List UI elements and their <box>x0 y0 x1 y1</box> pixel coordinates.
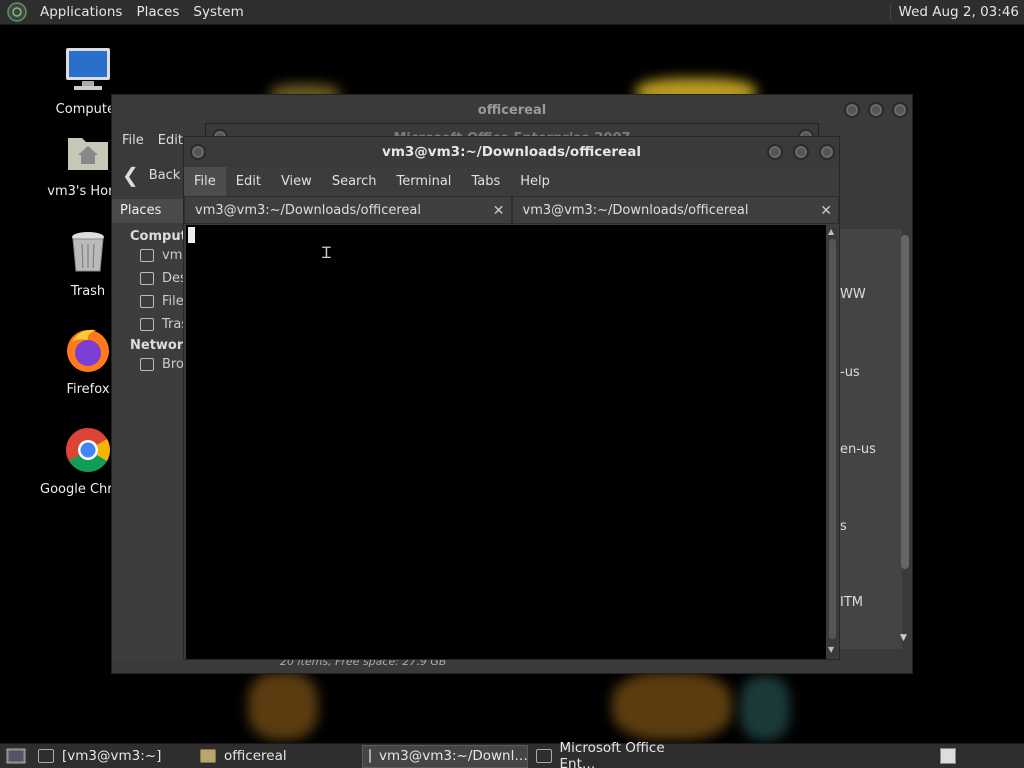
taskbar-item[interactable]: officereal <box>194 745 360 768</box>
file-name-fragment[interactable]: s <box>840 519 847 534</box>
bottom-panel: [vm3@vm3:~] officereal vm3@vm3:~/Downl… … <box>0 740 1024 768</box>
maximize-button[interactable] <box>793 144 809 160</box>
desktop-icon <box>140 272 154 285</box>
terminal-icon <box>369 749 371 763</box>
sidebar-section-network: Network <box>130 338 192 353</box>
chrome-icon <box>66 428 110 472</box>
sidebar-item-browse-network[interactable]: Browse Network <box>112 353 192 376</box>
wallpaper-glow <box>740 676 790 740</box>
network-icon <box>140 358 154 371</box>
window-title: officereal <box>477 102 547 118</box>
trash-icon <box>72 232 104 272</box>
terminal-tab[interactable]: vm3@vm3:~/Downloads/officereal ✕ <box>511 196 839 225</box>
back-button[interactable]: Back <box>149 168 181 183</box>
taskbar-item-label: vm3@vm3:~/Downl… <box>379 748 528 764</box>
taskbar-item[interactable]: Microsoft Office Ent… <box>530 740 700 768</box>
places-dropdown[interactable]: Places <box>112 199 192 223</box>
menu-applications[interactable]: Applications <box>33 4 129 20</box>
sidebar-item-filesystem[interactable]: File System <box>112 290 192 313</box>
terminal-titlebar[interactable]: vm3@vm3:~/Downloads/officereal <box>184 137 839 167</box>
scroll-down-arrow-icon[interactable]: ▼ <box>900 633 907 643</box>
menu-edit[interactable]: Edit <box>158 133 183 148</box>
close-button[interactable] <box>892 102 908 118</box>
tab-label: vm3@vm3:~/Downloads/officereal <box>522 203 749 218</box>
menu-file[interactable]: File <box>122 133 144 148</box>
sidebar-item-trash[interactable]: Trash <box>112 313 192 336</box>
clock[interactable]: Wed Aug 2, 03:46 <box>889 4 1019 20</box>
scroll-down-arrow-icon[interactable]: ▼ <box>828 645 834 654</box>
menu-help[interactable]: Help <box>510 167 560 196</box>
file-name-fragment[interactable]: WW <box>840 287 866 302</box>
menu-file[interactable]: File <box>184 167 226 196</box>
show-desktop-button[interactable] <box>0 745 30 768</box>
terminal-menubar: File Edit View Search Terminal Tabs Help <box>184 167 839 196</box>
file-name-fragment[interactable]: -us <box>840 365 860 380</box>
taskbar-item[interactable]: [vm3@vm3:~] <box>32 745 192 768</box>
minimize-button[interactable] <box>767 144 783 160</box>
places-sidebar: Places Computer vm3 Desktop File System … <box>112 199 203 659</box>
trash-icon <box>140 318 154 331</box>
taskbar-item-label: Microsoft Office Ent… <box>559 740 665 768</box>
sidebar-item-home[interactable]: vm3 <box>112 244 192 267</box>
menu-system[interactable]: System <box>186 4 250 20</box>
menu-view[interactable]: View <box>271 167 322 196</box>
terminal-tabbar: vm3@vm3:~/Downloads/officereal ✕ vm3@vm3… <box>184 196 839 224</box>
home-folder-icon <box>68 138 108 170</box>
scrollbar-thumb[interactable] <box>829 239 836 639</box>
firefox-icon <box>67 329 109 372</box>
taskbar-item[interactable]: vm3@vm3:~/Downl… <box>362 744 528 768</box>
taskbar-item-label: [vm3@vm3:~] <box>62 748 162 764</box>
terminal-icon <box>38 749 54 763</box>
menu-terminal[interactable]: Terminal <box>386 167 461 196</box>
back-arrow-icon[interactable]: ❮ <box>122 163 139 187</box>
top-panel: Applications Places System Wed Aug 2, 03… <box>0 0 1024 25</box>
tab-label: vm3@vm3:~/Downloads/officereal <box>195 203 421 218</box>
menu-search[interactable]: Search <box>322 167 387 196</box>
terminal-screen[interactable]: Ɪ <box>186 225 826 659</box>
wallpaper-glow <box>248 672 318 740</box>
menu-edit[interactable]: Edit <box>226 167 271 196</box>
folder-icon <box>200 749 216 763</box>
file-name-fragment[interactable]: ITM <box>840 595 863 610</box>
minimize-button[interactable] <box>844 102 860 118</box>
file-name-fragment[interactable]: en-us <box>840 442 876 457</box>
computer-icon <box>66 48 110 90</box>
installer-icon <box>536 749 552 763</box>
scroll-up-arrow-icon[interactable]: ▲ <box>828 227 834 236</box>
show-desktop-icon <box>6 748 26 764</box>
mouse-ibeam-icon: Ɪ <box>322 243 331 262</box>
sidebar-section-computer: Computer <box>130 229 203 244</box>
drive-icon <box>140 295 154 308</box>
workspace-switcher[interactable] <box>940 748 956 764</box>
taskbar-item-label: officereal <box>224 748 287 764</box>
file-list-scrollbar[interactable]: ▼ <box>900 235 910 645</box>
maximize-button[interactable] <box>868 102 884 118</box>
close-button[interactable] <box>819 144 835 160</box>
terminal-window[interactable]: vm3@vm3:~/Downloads/officereal File Edit… <box>183 136 840 660</box>
file-manager-titlebar[interactable]: officereal <box>112 95 912 125</box>
home-icon <box>140 249 154 262</box>
window-menu-button[interactable] <box>190 144 206 160</box>
wallpaper-glow <box>612 672 732 740</box>
close-tab-icon[interactable]: ✕ <box>493 197 505 225</box>
sidebar-item-desktop[interactable]: Desktop <box>112 267 192 290</box>
window-title: vm3@vm3:~/Downloads/officereal <box>382 144 641 160</box>
terminal-scrollbar[interactable]: ▲ ▼ <box>827 227 838 657</box>
menu-places[interactable]: Places <box>129 4 186 20</box>
text-cursor <box>188 227 195 243</box>
terminal-tab[interactable]: vm3@vm3:~/Downloads/officereal ✕ <box>184 196 512 224</box>
distro-logo-icon[interactable] <box>7 2 27 22</box>
menu-tabs[interactable]: Tabs <box>461 167 510 196</box>
close-tab-icon[interactable]: ✕ <box>820 197 832 225</box>
scrollbar-thumb[interactable] <box>901 235 909 569</box>
